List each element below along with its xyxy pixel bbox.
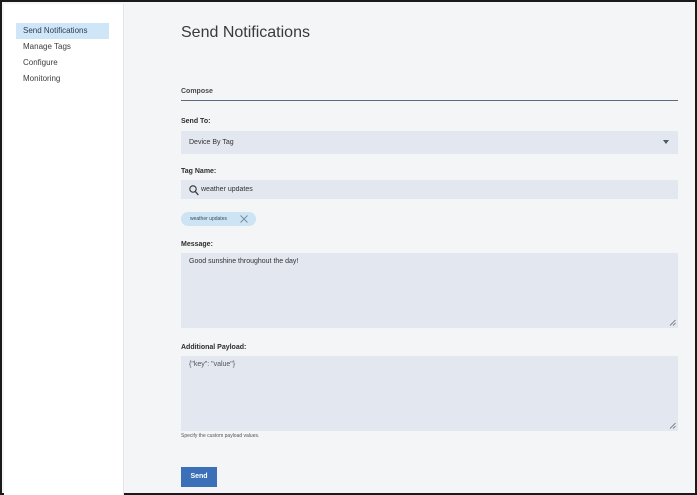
payload-helper-text: Specify the custom payload values. bbox=[181, 433, 260, 439]
tag-search-box bbox=[181, 180, 678, 199]
tag-search-input[interactable] bbox=[201, 180, 671, 199]
search-icon bbox=[189, 185, 199, 196]
send-to-label: Send To: bbox=[181, 118, 211, 125]
payload-label: Additional Payload: bbox=[181, 344, 247, 351]
sidebar-item-manage-tags[interactable]: Manage Tags bbox=[16, 39, 109, 55]
sidebar-item-send-notifications[interactable]: Send Notifications bbox=[16, 23, 109, 39]
app-frame: Send Notifications Manage Tags Configure… bbox=[0, 0, 697, 495]
tag-name-label: Tag Name: bbox=[181, 168, 217, 175]
page-title: Send Notifications bbox=[181, 24, 310, 41]
message-label: Message: bbox=[181, 241, 213, 248]
sidebar-item-monitoring[interactable]: Monitoring bbox=[16, 71, 109, 87]
close-icon[interactable] bbox=[239, 214, 249, 224]
main-content: Send Notifications Compose Send To: Devi… bbox=[124, 4, 697, 495]
sidebar-item-configure[interactable]: Configure bbox=[16, 55, 109, 71]
tag-chip: weather updates bbox=[181, 212, 256, 226]
message-textarea[interactable]: Good sunshine throughout the day! bbox=[181, 253, 678, 328]
section-label-compose: Compose bbox=[181, 88, 213, 95]
resize-grip-icon[interactable] bbox=[669, 422, 676, 429]
tag-chip-label: weather updates bbox=[190, 216, 227, 222]
section-divider bbox=[181, 100, 678, 101]
resize-grip-icon[interactable] bbox=[669, 319, 676, 326]
caret-down-icon bbox=[663, 140, 669, 144]
send-to-value: Device By Tag bbox=[189, 139, 234, 146]
sidebar: Send Notifications Manage Tags Configure… bbox=[4, 4, 124, 495]
send-button[interactable]: Send bbox=[181, 467, 217, 487]
send-to-select[interactable]: Device By Tag bbox=[181, 131, 678, 154]
payload-textarea[interactable]: {"key": "value"} bbox=[181, 356, 678, 431]
